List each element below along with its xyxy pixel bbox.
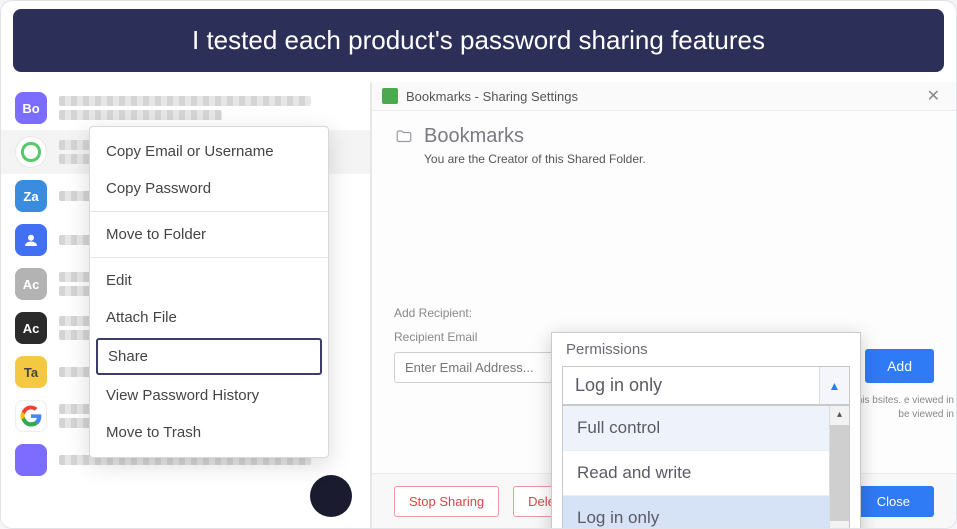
chevron-up-icon[interactable]: ▲ — [819, 367, 849, 404]
app-badge-icon — [382, 88, 398, 104]
scrollbar-track[interactable] — [830, 425, 849, 521]
scrollbar[interactable]: ▴ ▾ — [829, 406, 849, 529]
permissions-selected-value: Log in only — [563, 367, 819, 404]
menu-copy-username[interactable]: Copy Email or Username — [90, 133, 328, 170]
permission-option-log-in-only[interactable]: Log in only — [563, 496, 849, 529]
permissions-dropdown: Permissions Log in only ▲ Full control R… — [551, 332, 861, 529]
caption-banner: I tested each product's password sharing… — [13, 9, 944, 72]
dialog-title: Bookmarks - Sharing Settings — [406, 89, 913, 104]
app-icon-swirl — [15, 136, 47, 168]
menu-password-history[interactable]: View Password History — [90, 377, 328, 414]
password-list-panel: Bo Za Ac — [1, 82, 371, 529]
context-menu: Copy Email or Username Copy Password Mov… — [89, 126, 329, 458]
permissions-select[interactable]: Log in only ▲ — [562, 366, 850, 405]
dialog-titlebar: Bookmarks - Sharing Settings ✕ — [372, 82, 956, 111]
app-icon-ac: Ac — [15, 268, 47, 300]
scroll-up-icon[interactable]: ▴ — [837, 406, 842, 423]
folder-title: Bookmarks — [424, 125, 524, 148]
folder-subtitle: You are the Creator of this Shared Folde… — [424, 152, 934, 166]
scroll-down-icon[interactable]: ▾ — [837, 523, 842, 529]
menu-divider — [90, 211, 328, 212]
add-button[interactable]: Add — [865, 349, 934, 383]
app-icon-ac-dark: Ac — [15, 312, 47, 344]
menu-copy-password[interactable]: Copy Password — [90, 170, 328, 207]
folder-icon — [394, 128, 414, 146]
permission-option-full-control[interactable]: Full control — [563, 406, 849, 451]
app-icon-purple — [15, 444, 47, 476]
stop-sharing-button[interactable]: Stop Sharing — [394, 486, 499, 517]
menu-divider — [90, 257, 328, 258]
close-icon[interactable]: ✕ — [921, 86, 946, 106]
menu-move-folder[interactable]: Move to Folder — [90, 216, 328, 253]
menu-attach-file[interactable]: Attach File — [90, 299, 328, 336]
list-item[interactable]: Bo — [1, 86, 370, 130]
menu-share[interactable]: Share — [96, 338, 322, 375]
app-icon-za: Za — [15, 180, 47, 212]
menu-move-trash[interactable]: Move to Trash — [90, 414, 328, 451]
permission-option-read-write[interactable]: Read and write — [563, 451, 849, 496]
google-icon — [15, 400, 47, 432]
menu-edit[interactable]: Edit — [90, 262, 328, 299]
app-icon-bo: Bo — [15, 92, 47, 124]
app-icon-ta: Ta — [15, 356, 47, 388]
contact-icon — [15, 224, 47, 256]
close-button[interactable]: Close — [853, 486, 934, 517]
add-fab[interactable] — [310, 475, 352, 517]
permissions-label: Permissions — [552, 333, 860, 362]
permissions-options-list: Full control Read and write Log in only … — [562, 405, 850, 529]
add-recipient-label: Add Recipient: — [394, 306, 934, 320]
